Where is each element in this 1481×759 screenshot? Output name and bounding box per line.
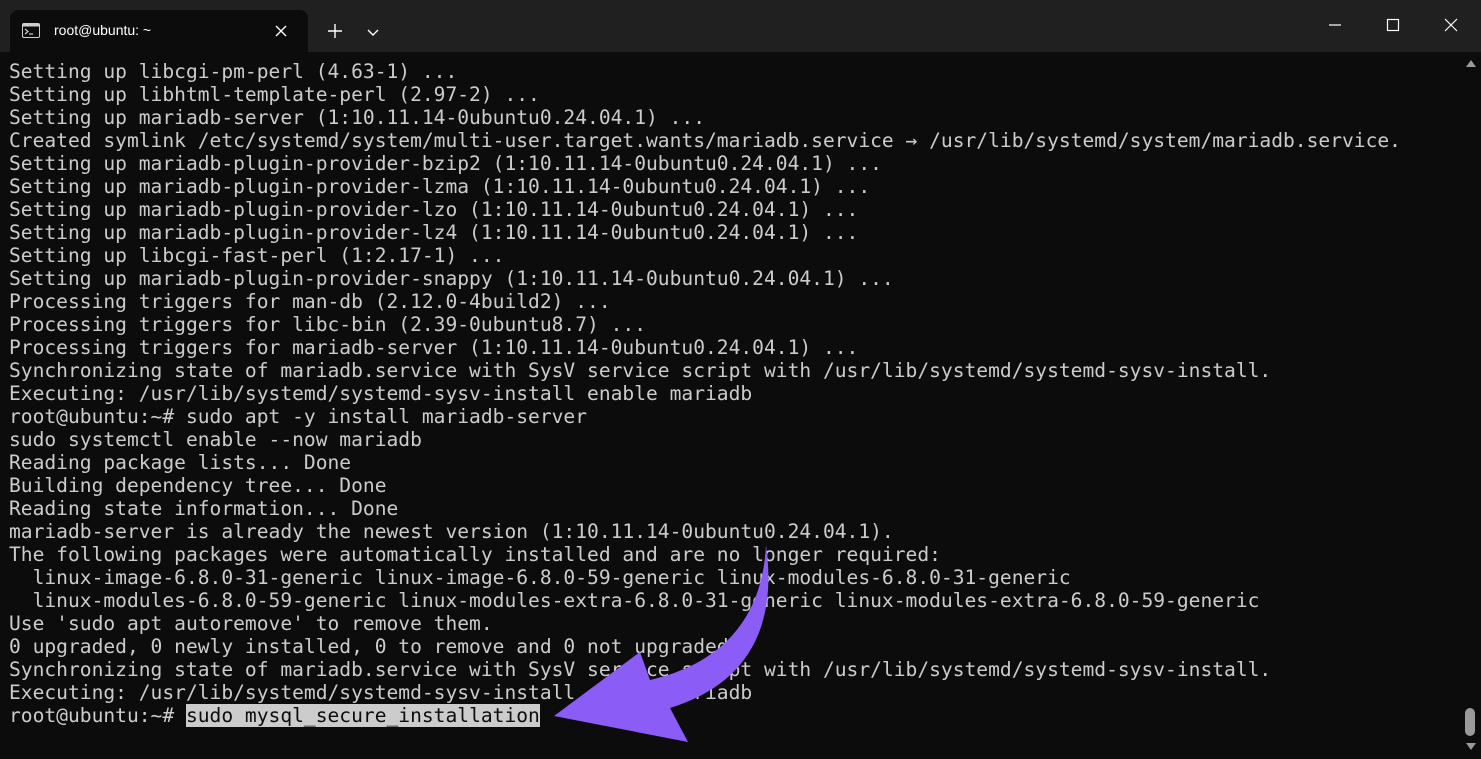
plus-icon[interactable] bbox=[324, 20, 346, 42]
terminal-line: Setting up libhtml-template-perl (2.97-2… bbox=[9, 83, 540, 106]
close-icon[interactable] bbox=[272, 22, 290, 40]
scrollbar[interactable] bbox=[1462, 52, 1481, 759]
terminal-line: Setting up libcgi-fast-perl (1:2.17-1) .… bbox=[9, 244, 505, 267]
prompt: root@ubuntu:~# bbox=[9, 704, 186, 727]
scroll-thumb[interactable] bbox=[1465, 708, 1475, 736]
scroll-up-icon[interactable] bbox=[1465, 58, 1477, 68]
terminal-line: Created symlink /etc/systemd/system/mult… bbox=[9, 129, 1401, 152]
terminal-line: Setting up mariadb-plugin-provider-snapp… bbox=[9, 267, 894, 290]
scroll-down-icon[interactable] bbox=[1465, 742, 1477, 752]
terminal-line: Synchronizing state of mariadb.service w… bbox=[9, 359, 1272, 382]
terminal-line: Building dependency tree... Done bbox=[9, 474, 387, 497]
current-command[interactable]: sudo mysql_secure_installation bbox=[185, 704, 540, 727]
terminal-line: Processing triggers for mariadb-server (… bbox=[9, 336, 859, 359]
tab-title: root@ubuntu: ~ bbox=[54, 22, 152, 38]
terminal-line: Reading package lists... Done bbox=[9, 451, 352, 474]
terminal-line: Setting up mariadb-plugin-provider-lzo (… bbox=[9, 198, 859, 221]
terminal-window: root@ubuntu: ~ Setting up libcgi-pm-perl… bbox=[0, 0, 1481, 759]
close-icon[interactable] bbox=[1438, 12, 1464, 38]
terminal-line: Setting up mariadb-plugin-provider-lzma … bbox=[9, 175, 871, 198]
terminal-line: Setting up libcgi-pm-perl (4.63-1) ... bbox=[9, 60, 458, 83]
terminal-line: Processing triggers for man-db (2.12.0-4… bbox=[9, 290, 611, 313]
chevron-down-icon[interactable] bbox=[363, 22, 383, 42]
terminal-line: Reading state information... Done bbox=[9, 497, 399, 520]
terminal-line: Executing: /usr/lib/systemd/systemd-sysv… bbox=[9, 382, 753, 405]
tab-root-ubuntu[interactable]: root@ubuntu: ~ bbox=[10, 10, 308, 52]
minimize-icon[interactable] bbox=[1322, 12, 1348, 38]
terminal-line: Setting up mariadb-server (1:10.11.14-0u… bbox=[9, 106, 705, 129]
terminal-icon bbox=[22, 23, 40, 38]
title-bar: root@ubuntu: ~ bbox=[0, 0, 1481, 52]
terminal-line: Setting up mariadb-plugin-provider-lz4 (… bbox=[9, 221, 859, 244]
annotation-arrow bbox=[554, 545, 769, 742]
terminal-line: Processing triggers for libc-bin (2.39-0… bbox=[9, 313, 647, 336]
maximize-icon[interactable] bbox=[1380, 12, 1406, 38]
terminal-line: root@ubuntu:~# sudo apt -y install maria… bbox=[9, 405, 588, 428]
terminal-line: Setting up mariadb-plugin-provider-bzip2… bbox=[9, 152, 882, 175]
terminal-line: sudo systemctl enable --now mariadb bbox=[9, 428, 422, 451]
